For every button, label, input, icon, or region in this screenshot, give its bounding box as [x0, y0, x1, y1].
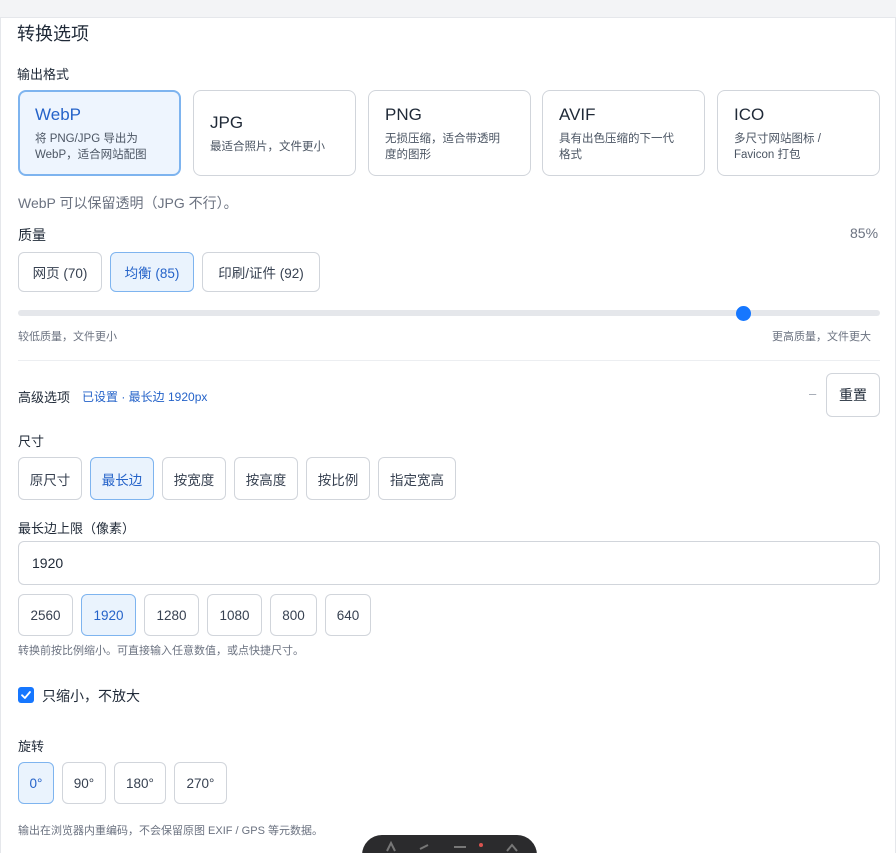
quick-size-2560[interactable]: 2560 [18, 594, 73, 636]
size-hint: 转换前按比例缩小。可直接输入任意数值，或点快捷尺寸。 [18, 645, 304, 657]
shrink-only-checkbox[interactable] [18, 687, 34, 703]
floating-toolbar[interactable] [362, 835, 537, 853]
size-mode-width[interactable]: 按宽度 [162, 457, 226, 500]
quick-size-800[interactable]: 800 [270, 594, 317, 636]
quality-preset-print[interactable]: 印刷/证件 (92) [202, 252, 320, 292]
format-name: JPG [210, 113, 244, 132]
divider [18, 360, 880, 361]
collapse-icon[interactable]: – [809, 386, 816, 401]
format-desc: 具有出色压缩的下一代 格式 [559, 133, 674, 161]
quality-value: 85% [850, 225, 879, 241]
quick-size-1920[interactable]: 1920 [81, 594, 136, 636]
advanced-options-label[interactable]: 高级选项 [18, 387, 70, 406]
toolbar-icons [386, 840, 518, 852]
quality-label: 质量 [18, 227, 46, 243]
quick-size-1080[interactable]: 1080 [207, 594, 262, 636]
format-name: ICO [734, 105, 765, 124]
format-name: WebP [35, 105, 81, 124]
rotate-90[interactable]: 90° [62, 762, 106, 804]
size-mode-original[interactable]: 原尺寸 [18, 457, 82, 500]
quality-low-hint: 较低质量，文件更小 [18, 331, 117, 343]
format-desc: 多尺寸网站图标 / Favicon 打包 [734, 133, 821, 161]
reset-button[interactable]: 重置 [826, 373, 880, 417]
quality-slider-thumb[interactable] [736, 306, 751, 321]
rotate-label: 旋转 [18, 739, 45, 754]
quality-preset-balanced[interactable]: 均衡 (85) [110, 252, 194, 292]
size-mode-ratio[interactable]: 按比例 [306, 457, 370, 500]
rotate-180[interactable]: 180° [114, 762, 166, 804]
format-option-png[interactable]: PNG 无损压缩，适合带透明 度的图形 [368, 90, 531, 176]
rotate-0[interactable]: 0° [18, 762, 54, 804]
quick-size-640[interactable]: 640 [325, 594, 371, 636]
checkmark-icon [21, 691, 31, 699]
quality-preset-web[interactable]: 网页 (70) [18, 252, 102, 292]
format-option-jpg[interactable]: JPG 最适合照片，文件更小 [193, 90, 356, 176]
format-option-ico[interactable]: ICO 多尺寸网站图标 / Favicon 打包 [717, 90, 880, 176]
shrink-only-label[interactable]: 只缩小，不放大 [42, 686, 140, 706]
conversion-options-panel: 转换选项 输出格式 WebP 将 PNG/JPG 导出为 WebP，适合网站配图… [0, 17, 896, 853]
format-option-webp[interactable]: WebP 将 PNG/JPG 导出为 WebP，适合网站配图 [18, 90, 181, 176]
panel-title: 转换选项 [17, 24, 89, 44]
size-mode-longest-edge[interactable]: 最长边 [90, 457, 154, 500]
advanced-summary: 已设置 · 最长边 1920px [82, 390, 208, 404]
format-name: PNG [385, 105, 422, 124]
size-mode-custom[interactable]: 指定宽高 [378, 457, 456, 500]
format-name: AVIF [559, 105, 596, 124]
limit-label: 最长边上限（像素） [18, 521, 136, 536]
format-desc: 最适合照片，文件更小 [210, 141, 325, 153]
rotate-270[interactable]: 270° [174, 762, 227, 804]
footer-note: 输出在浏览器内重编码，不会保留原图 EXIF / GPS 等元数据。 [18, 825, 323, 837]
format-note: WebP 可以保留透明（JPG 不行）。 [18, 195, 238, 211]
output-format-label: 输出格式 [17, 67, 70, 82]
quick-size-1280[interactable]: 1280 [144, 594, 199, 636]
size-mode-height[interactable]: 按高度 [234, 457, 298, 500]
quality-high-hint: 更高质量，文件更大 [772, 331, 871, 343]
size-label: 尺寸 [18, 434, 45, 449]
format-desc: 无损压缩，适合带透明 度的图形 [385, 133, 500, 161]
format-option-avif[interactable]: AVIF 具有出色压缩的下一代 格式 [542, 90, 705, 176]
longest-edge-input[interactable] [18, 541, 880, 585]
format-desc: 将 PNG/JPG 导出为 WebP，适合网站配图 [35, 133, 147, 161]
